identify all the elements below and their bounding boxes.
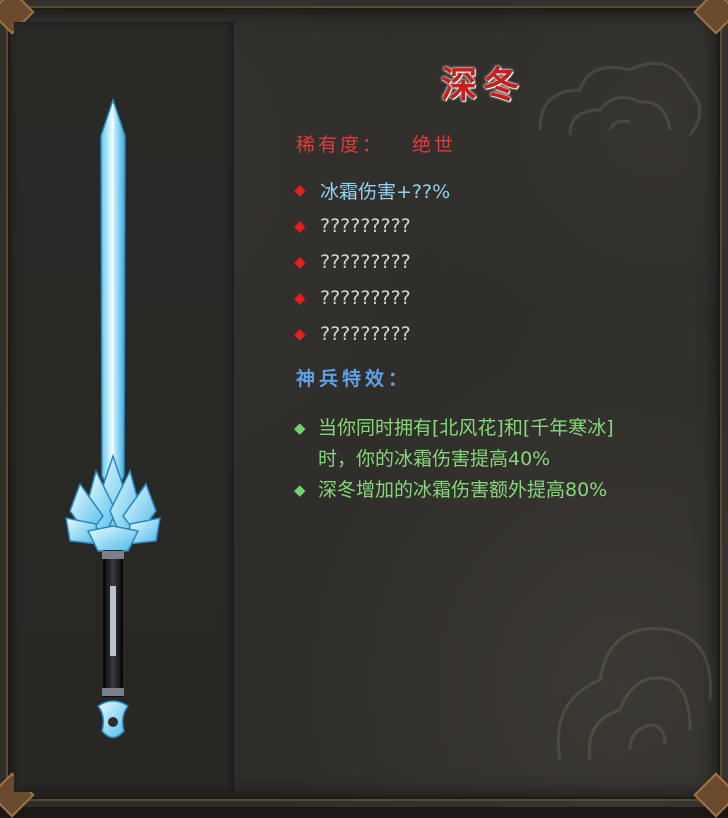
red-diamond-icon: ◆ <box>294 325 306 343</box>
stat-text: ????????? <box>320 287 411 309</box>
stat-item: ◆ 冰霜伤害+??% <box>294 172 450 208</box>
ice-sword-icon <box>65 97 161 739</box>
special-effect-item: ◆ 深冬增加的冰霜伤害额外提高80% <box>294 475 704 506</box>
stat-list: ◆ 冰霜伤害+??% ◆ ????????? ◆ ????????? ◆ ???… <box>294 172 450 352</box>
effect-text-line: 当你同时拥有[北风花]和[千年寒冰] <box>318 417 614 439</box>
effect-text-line: 时，你的冰霜伤害提高40% <box>318 448 551 470</box>
red-diamond-icon: ◆ <box>294 217 306 235</box>
stat-text: ????????? <box>320 215 411 237</box>
stat-item: ◆ ????????? <box>294 244 450 280</box>
rarity-line: 稀有度： 绝世 <box>296 130 456 157</box>
red-diamond-icon: ◆ <box>294 181 306 199</box>
red-diamond-icon: ◆ <box>294 253 306 271</box>
stat-text: ????????? <box>320 251 411 273</box>
cloud-pattern-icon <box>556 627 712 761</box>
stat-item: ◆ ????????? <box>294 280 450 316</box>
rarity-value: 绝世 <box>412 134 457 156</box>
green-diamond-icon: ◆ <box>294 481 306 499</box>
green-diamond-icon: ◆ <box>294 419 306 437</box>
frame-corner-ornament <box>693 0 728 35</box>
stat-text: ????????? <box>320 323 411 345</box>
stat-item: ◆ ????????? <box>294 316 450 352</box>
special-effect-item: ◆ 当你同时拥有[北风花]和[千年寒冰] 时，你的冰霜伤害提高40% <box>294 413 704 475</box>
stat-text: 冰霜伤害+??% <box>320 180 451 203</box>
cloud-pattern-icon <box>538 61 702 136</box>
rarity-label: 稀有度： <box>296 134 385 156</box>
red-diamond-icon: ◆ <box>294 289 306 307</box>
item-tooltip-panel: 深冬 稀有度： 绝世 ◆ 冰霜伤害+??% ◆ ????????? ◆ ?????… <box>0 0 728 818</box>
item-name-title: 深冬 <box>441 64 526 106</box>
special-effect-heading: 神兵特效： <box>296 368 412 390</box>
stat-item: ◆ ????????? <box>294 208 450 244</box>
special-effect-list: ◆ 当你同时拥有[北风花]和[千年寒冰] 时，你的冰霜伤害提高40% ◆ 深冬增… <box>294 413 704 506</box>
effect-text-line: 深冬增加的冰霜伤害额外提高80% <box>318 479 608 501</box>
